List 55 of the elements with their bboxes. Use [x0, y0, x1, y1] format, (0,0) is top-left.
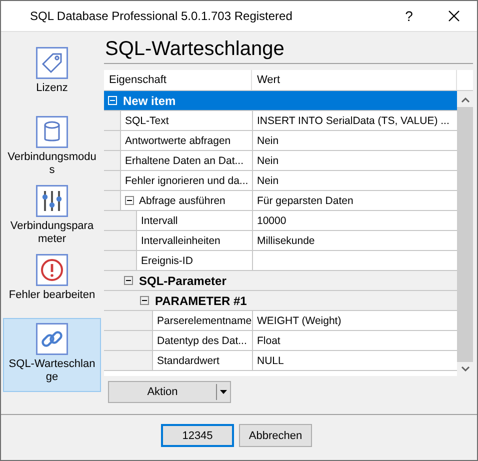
collapse-icon[interactable]	[140, 296, 149, 305]
property-name[interactable]: Parserelementname	[153, 311, 253, 330]
page-heading: SQL-Warteschlange	[104, 37, 286, 61]
property-name[interactable]: Abfrage ausführen	[121, 191, 253, 210]
tag-icon	[36, 47, 68, 79]
property-value[interactable]: Nein	[253, 151, 457, 170]
property-name[interactable]: Intervalleinheiten	[137, 231, 253, 250]
dropdown-caret-icon[interactable]	[220, 390, 227, 394]
sidebar-item[interactable]: Verbindungsparameter	[3, 180, 101, 248]
dialog-button[interactable]: Abbrechen	[239, 424, 312, 447]
sidebar-label: SQL-Warteschlange	[8, 358, 96, 384]
help-button[interactable]: ?	[386, 8, 432, 24]
category-row[interactable]: New item	[104, 91, 457, 110]
property-name[interactable]: SQL-Text	[121, 111, 253, 130]
property-value[interactable]: 10000	[253, 211, 457, 230]
sidebar-item[interactable]: Fehler bearbeiten	[3, 249, 101, 317]
action-split-button[interactable]: Aktion	[108, 381, 231, 403]
property-value[interactable]: NULL	[253, 351, 457, 370]
sidebar-item[interactable]: Verbindungsmodus	[3, 111, 101, 179]
sidebar-label: Verbindungsparameter	[9, 220, 95, 246]
exclamation-icon	[36, 254, 68, 286]
property-value[interactable]: Nein	[253, 131, 457, 150]
sidebar-label: Lizenz	[35, 82, 69, 95]
sidebar-item[interactable]: Lizenz	[3, 42, 101, 110]
property-value[interactable]: Für geparsten Daten	[253, 191, 457, 210]
scroll-down-icon[interactable]	[460, 366, 470, 372]
property-name[interactable]: Ereignis-ID	[137, 251, 253, 270]
scroll-up-icon[interactable]	[460, 97, 470, 103]
category-name: SQL-Parameter	[139, 274, 226, 288]
link-icon	[36, 323, 68, 355]
collapse-icon[interactable]	[124, 276, 133, 285]
property-value[interactable]: Millisekunde	[253, 231, 457, 250]
property-name[interactable]: Intervall	[137, 211, 253, 230]
sidebar-label: Verbindungsmodus	[7, 151, 97, 177]
property-name[interactable]: Fehler ignorieren und da...	[121, 171, 253, 190]
property-value[interactable]: Nein	[253, 171, 457, 190]
property-value[interactable]: INSERT INTO SerialData (TS, VALUE) ...	[253, 111, 457, 130]
property-value[interactable]: Float	[253, 331, 457, 350]
property-name[interactable]: Datentyp des Dat...	[153, 331, 253, 350]
dialog-button[interactable]: 12345	[161, 424, 234, 447]
sidebar-label: Fehler bearbeiten	[8, 289, 96, 302]
collapse-icon[interactable]	[125, 196, 134, 205]
property-name[interactable]: Antwortwerte abfragen	[121, 131, 253, 150]
database-icon	[36, 116, 68, 148]
sliders-icon	[36, 185, 68, 217]
property-name[interactable]: Erhaltene Daten an Dat...	[121, 151, 253, 170]
category-name: New item	[123, 94, 176, 108]
category-name: PARAMETER #1	[155, 294, 247, 308]
close-icon[interactable]	[448, 10, 460, 22]
column-header[interactable]: Wert	[252, 70, 457, 90]
window-title: SQL Database Professional 5.0.1.703 Registered	[30, 9, 294, 23]
column-header[interactable]: Eigenschaft	[104, 70, 252, 90]
property-name[interactable]: Standardwert	[153, 351, 253, 370]
sidebar-item[interactable]: SQL-Warteschlange	[3, 318, 101, 392]
property-value[interactable]: WEIGHT (Weight)	[253, 311, 457, 330]
